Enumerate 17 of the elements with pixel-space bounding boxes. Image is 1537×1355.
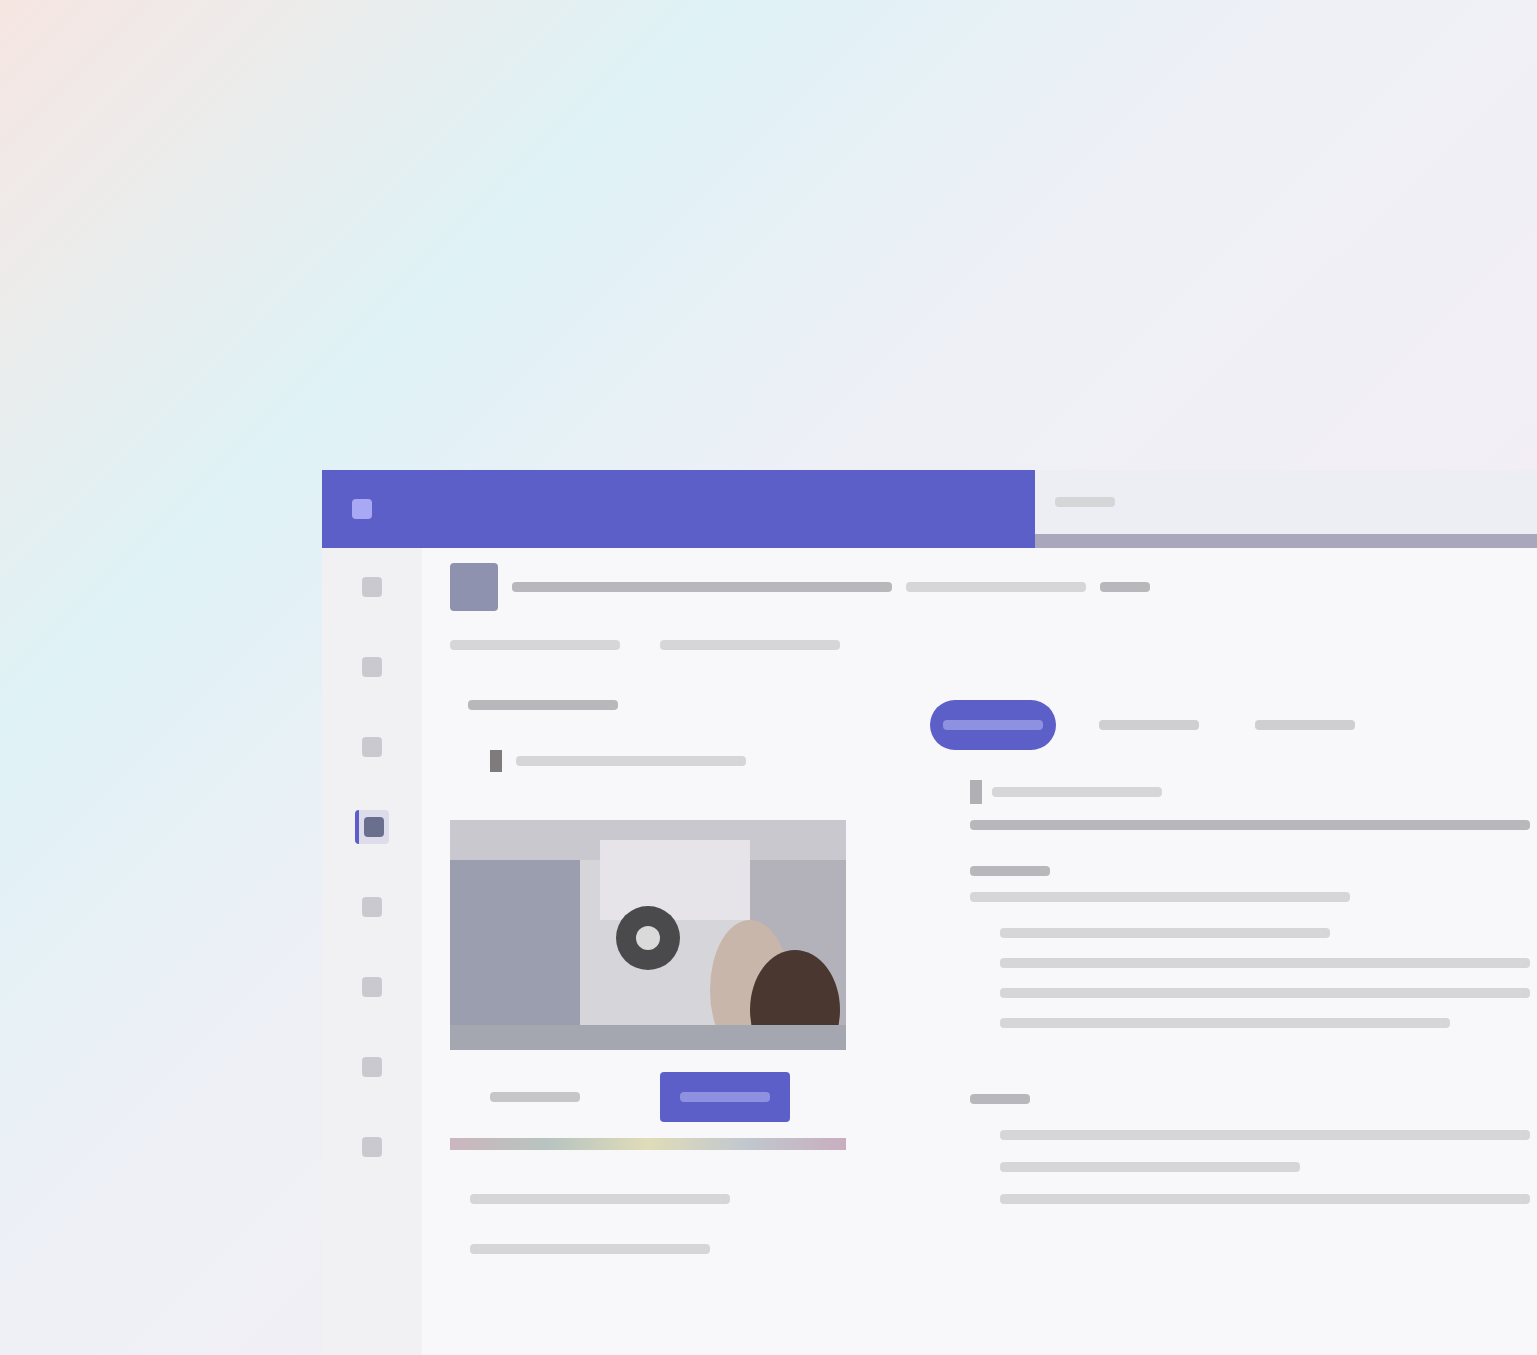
app-icon (362, 577, 382, 597)
app-icon (362, 737, 382, 757)
app-icon (364, 817, 384, 837)
tab[interactable] (930, 700, 1056, 750)
app-icon (362, 897, 382, 917)
channel-icon (450, 563, 498, 611)
view-button[interactable] (660, 1072, 790, 1122)
search-field[interactable] (1035, 470, 1537, 548)
blurred-text (1100, 582, 1150, 592)
app-icon (362, 657, 382, 677)
app-icon (362, 1137, 382, 1157)
app-icon (362, 977, 382, 997)
blurred-text (1055, 497, 1115, 507)
app-icon (352, 499, 372, 519)
rail-item[interactable] (355, 810, 389, 844)
app-icon (362, 1057, 382, 1077)
blurred-text (970, 1094, 1030, 1104)
